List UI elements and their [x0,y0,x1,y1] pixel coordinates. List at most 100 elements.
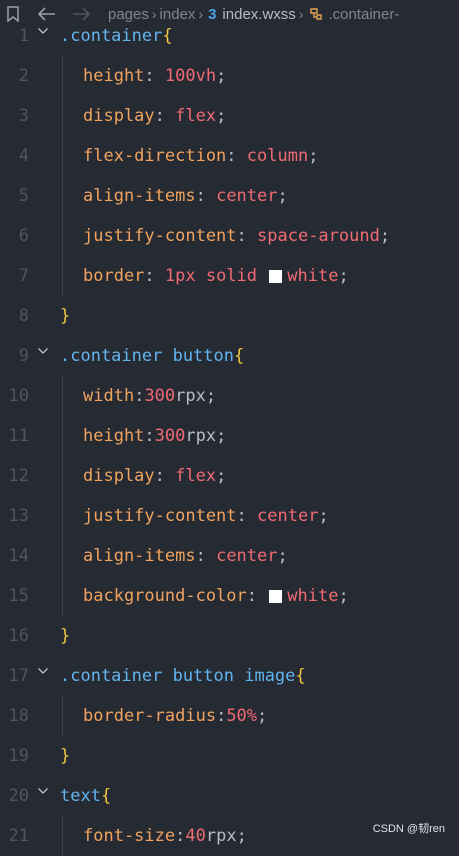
code-token-punc: : [134,386,145,406]
code-token-punc: ; [257,706,268,726]
code-token-prop: align-items [83,546,196,566]
code-text: } [60,626,70,646]
code-line[interactable]: 7 border: 1px solid white; [0,256,459,296]
code-line[interactable]: 12 display: flex; [0,456,459,496]
line-number: 4 [18,146,29,166]
code-token-punc: ; [338,586,349,606]
code-token-punc: : [246,586,268,606]
code-text: justify-content: center; [83,506,329,526]
color-swatch[interactable] [269,589,283,603]
code-token-punc: : [144,426,155,446]
code-token-brace: } [60,306,71,326]
code-token-val: center [216,186,278,206]
code-token-val: 300 [154,426,186,446]
code-token-brace: } [60,626,71,646]
code-token-val: flex [175,106,217,126]
code-line[interactable]: 13 justify-content: center; [0,496,459,536]
code-token-brace: } [60,746,71,766]
line-number: 8 [18,306,29,326]
code-token-punc: ; [216,106,227,126]
code-token-prop: align-items [83,186,196,206]
code-token-val: 1px solid [164,266,268,286]
code-line[interactable]: 14 align-items: center; [0,536,459,576]
code-line[interactable]: 16} [0,616,459,656]
code-token-prop: width [83,386,135,406]
code-text: .container button{ [60,346,244,366]
code-token-punc: ; [318,506,329,526]
code-token-val: space-around [257,226,380,246]
code-token-punc: ; [236,826,247,846]
line-number: 3 [18,106,29,126]
code-token-punc: : [154,106,176,126]
code-token-val: white [287,266,339,286]
code-line[interactable]: 20 text{ [0,776,459,816]
code-line[interactable]: 11 height:300 rpx; [0,416,459,456]
code-token-punc: ; [308,146,319,166]
code-token-prop: background-color [83,586,247,606]
fold-chevron-icon[interactable] [37,22,49,34]
indent-guide [62,376,63,616]
code-line[interactable]: 4 flex-direction: column; [0,136,459,176]
line-number: 1 [18,26,29,46]
code-line[interactable]: 10 width:300 rpx; [0,376,459,416]
code-text: } [60,306,70,326]
fold-chevron-icon[interactable] [37,342,49,354]
code-text: display: flex; [83,466,226,486]
code-token-val: 50% [226,706,258,726]
code-text: width:300 rpx; [83,386,216,406]
code-token-prop: flex-direction [83,146,227,166]
code-token-punc: : [226,146,247,166]
indent-guide [62,56,63,296]
code-token-prop: justify-content [83,506,237,526]
code-line[interactable]: 6 justify-content: space-around; [0,216,459,256]
code-token-punc: ; [277,546,288,566]
line-number: 12 [8,466,29,486]
code-text: align-items: center; [83,546,288,566]
line-number: 7 [18,266,29,286]
code-line[interactable]: 18 border-radius:50%; [0,696,459,736]
code-token-val: flex [175,466,217,486]
code-text: justify-content: space-around; [83,226,390,246]
indent-guide [62,816,63,856]
code-text: font-size:40 rpx; [83,826,247,846]
code-token-val: 300 [144,386,176,406]
watermark: CSDN @韧ren [372,823,445,835]
line-number: 10 [8,386,29,406]
code-text: .container{ [60,26,173,46]
code-text: height:300 rpx; [83,426,226,446]
line-number: 14 [8,546,29,566]
line-number: 2 [18,66,29,86]
code-line[interactable]: 3 display: flex; [0,96,459,136]
code-token-val: 40 [185,826,206,846]
code-token-prop: height [83,66,145,86]
code-line[interactable]: 17 .container button image{ [0,656,459,696]
fold-chevron-icon[interactable] [37,662,49,674]
code-token-punc: ; [216,66,227,86]
code-editor[interactable]: 1 .container{2 height: 100vh; 3 display: fle… [0,26,459,856]
color-swatch[interactable] [269,269,283,283]
code-token-sel: .container [60,26,163,46]
code-token-prop: font-size [83,826,176,846]
code-token-punc: : [236,506,258,526]
code-token-brace: { [234,346,245,366]
code-text: align-items: center; [83,186,288,206]
code-token-brace: { [100,786,112,806]
code-line[interactable]: 9 .container button{ [0,336,459,376]
fold-chevron-icon[interactable] [37,782,49,794]
code-token-prop: height [83,426,145,446]
code-token-prop: justify-content [83,226,237,246]
line-number: 18 [8,706,29,726]
code-token-unit: rpx [175,386,206,406]
code-line[interactable]: 8} [0,296,459,336]
code-line[interactable]: 2 height: 100vh; [0,56,459,96]
code-line[interactable]: 19} [0,736,459,776]
code-token-val: 100vh [164,66,217,86]
line-number: 15 [8,586,29,606]
code-line[interactable]: 5 align-items: center; [0,176,459,216]
line-number: 11 [8,426,29,446]
code-line[interactable]: 1 .container{ [0,16,459,56]
code-text: height: 100vh; [83,66,226,86]
code-line[interactable]: 15 background-color: white; [0,576,459,616]
code-token-prop: border-radius [83,706,217,726]
code-token-punc: ; [205,386,217,406]
